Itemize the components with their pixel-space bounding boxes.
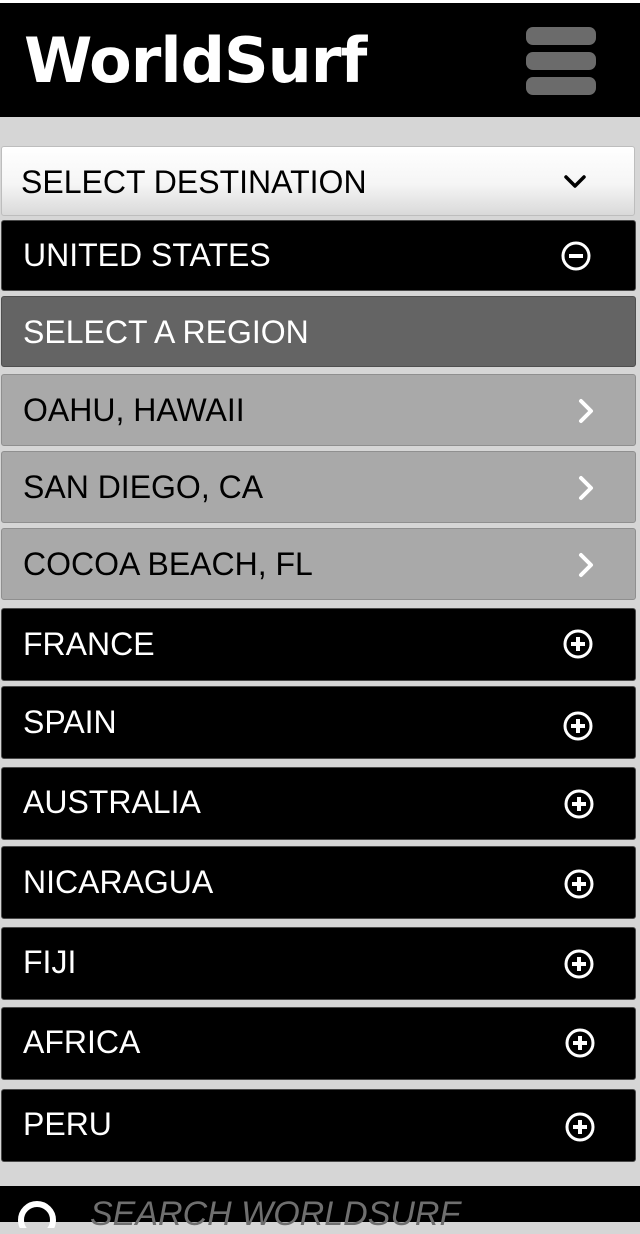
country-label: AFRICA [23, 1024, 141, 1060]
chevron-down-icon [564, 175, 586, 188]
country-label: SPAIN [23, 704, 117, 740]
plus-circle-icon[interactable] [563, 788, 595, 820]
select-destination-dropdown[interactable]: SELECT DESTINATION [1, 146, 635, 216]
country-item-united-states[interactable]: UNITED STATES [1, 220, 636, 291]
hamburger-menu-icon[interactable] [526, 25, 598, 97]
country-label: UNITED STATES [23, 237, 271, 273]
plus-circle-icon[interactable] [564, 1027, 596, 1059]
country-label: FRANCE [23, 626, 155, 662]
chevron-right-icon [579, 476, 593, 500]
country-item-nicaragua[interactable]: NICARAGUA [1, 846, 636, 919]
country-label: PERU [23, 1106, 112, 1142]
region-item-oahu-hawaii[interactable]: OAHU, HAWAII [1, 374, 636, 446]
region-label: COCOA BEACH, FL [23, 546, 313, 582]
region-item-san-diego-ca[interactable]: SAN DIEGO, CA [1, 451, 636, 523]
region-label: SAN DIEGO, CA [23, 469, 264, 505]
region-header-label: SELECT A REGION [23, 314, 309, 350]
search-bar [0, 1186, 640, 1234]
country-item-peru[interactable]: PERU [1, 1089, 636, 1162]
plus-circle-icon[interactable] [563, 868, 595, 900]
region-item-cocoa-beach-fl[interactable]: COCOA BEACH, FL [1, 528, 636, 600]
search-input[interactable] [90, 1194, 610, 1234]
plus-circle-icon[interactable] [563, 948, 595, 980]
plus-circle-icon[interactable] [562, 710, 594, 742]
country-item-spain[interactable]: SPAIN [1, 686, 636, 759]
country-label: FIJI [23, 944, 77, 980]
country-item-australia[interactable]: AUSTRALIA [1, 767, 636, 840]
minus-circle-icon[interactable] [560, 240, 592, 272]
plus-circle-icon[interactable] [562, 628, 594, 660]
app-header: WorldSurf [0, 3, 640, 117]
country-item-africa[interactable]: AFRICA [1, 1007, 636, 1080]
select-destination-label: SELECT DESTINATION [21, 164, 367, 200]
region-list-header: SELECT A REGION [1, 296, 636, 367]
country-label: NICARAGUA [23, 864, 214, 900]
country-item-fiji[interactable]: FIJI [1, 927, 636, 1000]
region-label: OAHU, HAWAII [23, 392, 245, 428]
plus-circle-icon[interactable] [564, 1111, 596, 1143]
country-label: AUSTRALIA [23, 784, 201, 820]
chevron-right-icon [579, 399, 593, 423]
app-logo: WorldSurf [24, 24, 367, 97]
chevron-right-icon [579, 553, 593, 577]
country-item-france[interactable]: FRANCE [1, 608, 636, 681]
search-icon[interactable] [15, 1198, 59, 1228]
